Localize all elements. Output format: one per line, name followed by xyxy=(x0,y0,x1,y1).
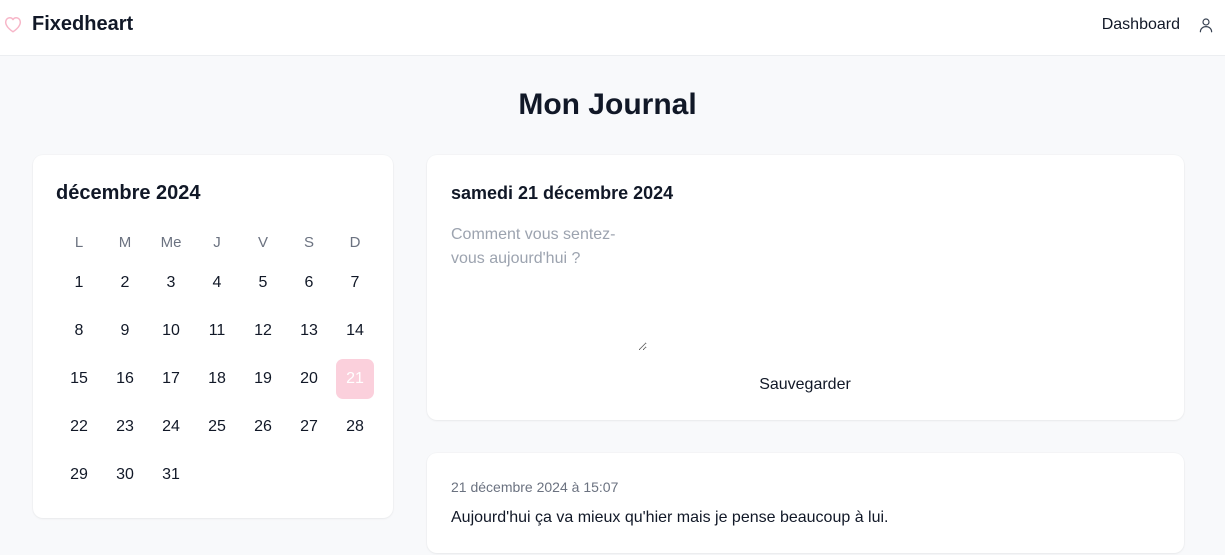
calendar-day[interactable]: 10 xyxy=(152,311,190,351)
weekday-label: S xyxy=(303,234,314,251)
calendar-day[interactable]: 7 xyxy=(336,263,374,303)
calendar-day[interactable]: 3 xyxy=(152,263,190,303)
calendar-month-label: décembre 2024 xyxy=(56,182,201,204)
calendar-day[interactable]: 18 xyxy=(198,359,236,399)
top-navbar: Fixedheart Dashboard xyxy=(0,0,1225,56)
nav-right: Dashboard xyxy=(1102,15,1215,35)
weekday-label: Me xyxy=(160,234,182,251)
calendar-day[interactable]: 30 xyxy=(106,455,144,495)
calendar-day[interactable]: 6 xyxy=(290,263,328,303)
calendar-day[interactable]: 27 xyxy=(290,407,328,447)
calendar-day[interactable]: 2 xyxy=(106,263,144,303)
calendar-day[interactable]: 29 xyxy=(60,455,98,495)
calendar-day[interactable]: 12 xyxy=(244,311,282,351)
calendar-day[interactable]: 16 xyxy=(106,359,144,399)
calendar-day[interactable]: 20 xyxy=(290,359,328,399)
calendar-day[interactable]: 22 xyxy=(60,407,98,447)
weekday-label: J xyxy=(213,234,221,251)
calendar-day[interactable]: 23 xyxy=(106,407,144,447)
brand-logo-link[interactable]: Fixedheart xyxy=(2,12,133,36)
calendar-grid: L M Me J V S D 1 2 3 4 5 6 7 8 9 10 11 12 13 14 15 16 17 18 19 20… xyxy=(56,233,378,499)
calendar-day[interactable]: 28 xyxy=(336,407,374,447)
calendar-day[interactable]: 19 xyxy=(244,359,282,399)
calendar-day[interactable]: 15 xyxy=(60,359,98,399)
calendar-day[interactable]: 17 xyxy=(152,359,190,399)
calendar-day[interactable]: 9 xyxy=(106,311,144,351)
journal-entry-textarea[interactable] xyxy=(451,223,647,351)
weekday-label: D xyxy=(349,234,361,251)
calendar-card: décembre 2024 L M Me J V S D 1 2 3 4 5 6 7 8 9 10 11 12 13… xyxy=(33,155,393,518)
calendar-day[interactable]: 25 xyxy=(198,407,236,447)
save-button[interactable]: Sauvegarder xyxy=(741,372,869,398)
page-title: Mon Journal xyxy=(518,88,697,121)
user-icon[interactable] xyxy=(1197,16,1215,34)
calendar-day[interactable]: 5 xyxy=(244,263,282,303)
heart-outline-icon xyxy=(2,13,24,35)
calendar-day[interactable]: 13 xyxy=(290,311,328,351)
calendar-day[interactable]: 14 xyxy=(336,311,374,351)
calendar-day[interactable]: 1 xyxy=(60,263,98,303)
calendar-day[interactable]: 8 xyxy=(60,311,98,351)
calendar-day-selected[interactable]: 21 xyxy=(336,359,374,399)
calendar-days: 1 2 3 4 5 6 7 8 9 10 11 12 13 14 15 16 17 18 19 20 21 22 23 24 2… xyxy=(56,259,378,499)
entry-text: Aujourd'hui ça va mieux qu'hier mais je … xyxy=(451,509,889,526)
weekday-label: M xyxy=(118,234,132,251)
calendar-day[interactable]: 31 xyxy=(152,455,190,495)
journal-entry-card: 21 décembre 2024 à 15:07 Aujourd'hui ça … xyxy=(427,453,1184,553)
calendar-weekday-row: L M Me J V S D xyxy=(56,233,378,253)
weekday-label: V xyxy=(257,234,268,251)
journal-editor-card: samedi 21 décembre 2024 Sauvegarder xyxy=(427,155,1184,420)
editor-date-label: samedi 21 décembre 2024 xyxy=(451,183,674,203)
calendar-day[interactable]: 4 xyxy=(198,263,236,303)
brand-name: Fixedheart xyxy=(32,13,134,35)
entry-timestamp: 21 décembre 2024 à 15:07 xyxy=(451,479,619,495)
calendar-day[interactable]: 24 xyxy=(152,407,190,447)
calendar-day[interactable]: 11 xyxy=(198,311,236,351)
weekday-label: L xyxy=(74,234,84,251)
calendar-day[interactable]: 26 xyxy=(244,407,282,447)
dashboard-link[interactable]: Dashboard xyxy=(1102,15,1180,35)
